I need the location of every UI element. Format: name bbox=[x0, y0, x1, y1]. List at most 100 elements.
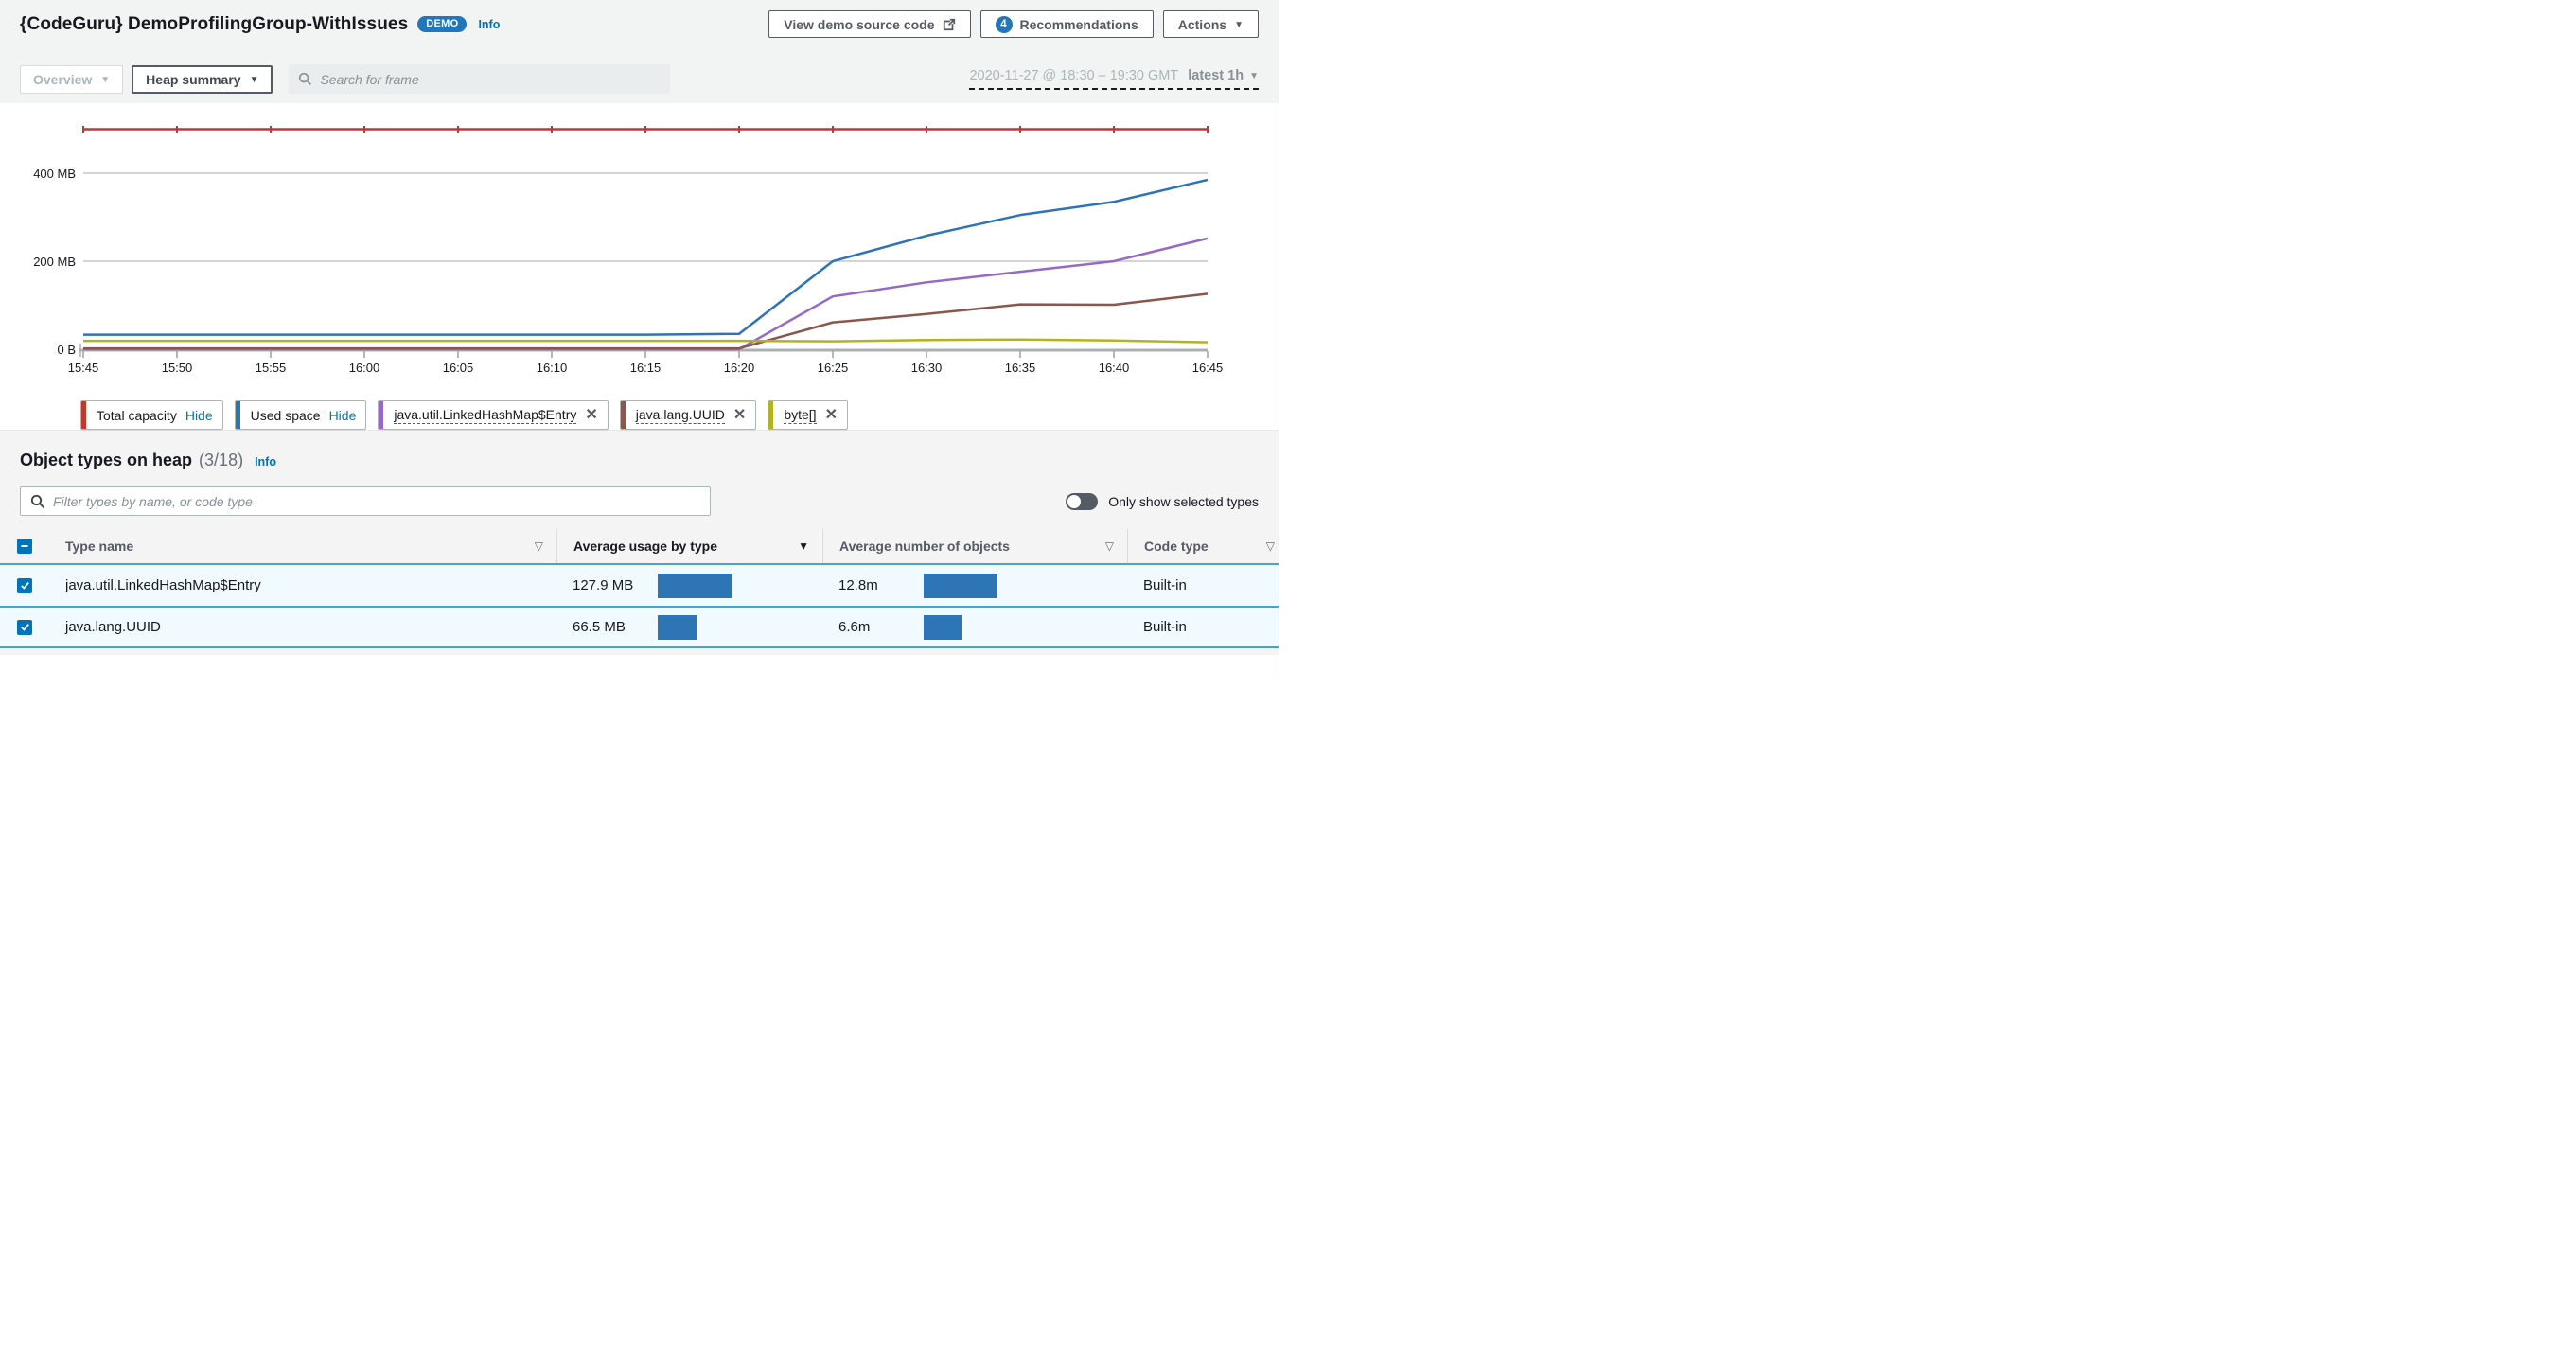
date-range-text: 2020-11-27 @ 18:30 – 19:30 GMT bbox=[969, 68, 1179, 83]
heap-summary-label: Heap summary bbox=[146, 71, 241, 87]
average-usage-value: 127.9 MB bbox=[573, 577, 634, 593]
recommendations-button[interactable]: 4 Recommendations bbox=[979, 10, 1154, 38]
column-header-label: Code type bbox=[1144, 539, 1209, 554]
header-info-link[interactable]: Info bbox=[478, 18, 500, 31]
overview-label: Overview bbox=[33, 71, 93, 87]
column-header-label: Average number of objects bbox=[839, 539, 1010, 554]
average-objects-cell: 12.8m bbox=[822, 573, 1127, 598]
type-name-cell: java.lang.UUID bbox=[65, 619, 161, 635]
table-row: java.util.LinkedHashMap$Entry 127.9 MB 12.… bbox=[0, 563, 1288, 606]
page-title: {CodeGuru} DemoProfilingGroup-WithIssues bbox=[20, 13, 409, 34]
heap-summary-dropdown[interactable]: Heap summary ▼ bbox=[132, 64, 273, 94]
x-axis-tick-label: 16:45 bbox=[1192, 361, 1224, 375]
legend-chip: Used space Hide bbox=[234, 400, 367, 430]
x-axis-tick-label: 16:00 bbox=[349, 361, 380, 375]
recommendations-count-badge: 4 bbox=[995, 15, 1013, 33]
x-axis-tick-label: 16:20 bbox=[724, 361, 755, 375]
column-header-label: Type name bbox=[65, 539, 134, 554]
series-line-Used space bbox=[83, 178, 1209, 336]
x-axis-tick-label: 16:15 bbox=[630, 361, 662, 375]
heap-usage-chart: 0 B 200 MB 400 MB 15:45 15:50 15:55 16:00 16:05… bbox=[33, 126, 1224, 375]
average-objects-value: 12.8m bbox=[838, 577, 878, 593]
overview-dropdown[interactable]: Overview ▼ bbox=[20, 64, 124, 94]
x-axis-tick-label: 16:25 bbox=[818, 361, 849, 375]
actions-label: Actions bbox=[1177, 16, 1227, 32]
only-selected-toggle-label: Only show selected types bbox=[1108, 493, 1259, 509]
legend-item-label: Used space bbox=[250, 407, 321, 423]
x-axis-tick-label: 16:05 bbox=[443, 361, 474, 375]
x-axis-tick-label: 15:55 bbox=[256, 361, 287, 375]
page-header: {CodeGuru} DemoProfilingGroup-WithIssues… bbox=[0, 0, 1288, 103]
view-demo-source-code-label: View demo source code bbox=[784, 16, 935, 32]
x-axis-tick-label: 16:40 bbox=[1099, 361, 1130, 375]
average-objects-cell: 6.6m bbox=[822, 614, 1127, 640]
x-axis-tick-label: 16:10 bbox=[537, 361, 568, 375]
column-header-average-usage-by-type[interactable]: Average usage by type ▼ bbox=[556, 529, 822, 563]
close-icon[interactable]: ✕ bbox=[825, 407, 838, 423]
section-info-link[interactable]: Info bbox=[255, 455, 276, 468]
select-all-checkbox[interactable] bbox=[17, 539, 32, 554]
code-type-cell: Built-in bbox=[1143, 577, 1187, 593]
series-line-byte[] bbox=[83, 338, 1209, 344]
type-name-cell: java.util.LinkedHashMap$Entry bbox=[65, 577, 261, 593]
only-selected-toggle[interactable] bbox=[1066, 492, 1099, 510]
sort-desc-icon[interactable]: ▼ bbox=[798, 539, 809, 553]
chevron-down-icon: ▼ bbox=[1249, 71, 1259, 81]
section-title: Object types on heap bbox=[20, 451, 193, 469]
y-axis-tick-label: 400 MB bbox=[33, 167, 76, 181]
legend-hide-link[interactable]: Hide bbox=[185, 408, 213, 423]
type-filter-input[interactable] bbox=[53, 493, 700, 509]
recommendations-label: Recommendations bbox=[1019, 16, 1138, 32]
frame-search-box bbox=[289, 64, 671, 94]
chart-legend: Total capacity Hide Used space Hide java.uti… bbox=[80, 400, 1288, 430]
legend-hide-link[interactable]: Hide bbox=[329, 408, 357, 423]
legend-chip: byte[] ✕ bbox=[768, 400, 848, 430]
range-preset-dropdown[interactable]: latest 1h ▼ bbox=[1188, 68, 1259, 83]
object-types-table: Type name ▽ Average usage by type ▼ Average … bbox=[0, 529, 1288, 648]
average-objects-bar bbox=[924, 573, 997, 598]
row-checkbox[interactable] bbox=[17, 577, 32, 593]
legend-item-label: byte[] bbox=[784, 406, 817, 424]
average-usage-value: 66.5 MB bbox=[573, 619, 626, 635]
close-icon[interactable]: ✕ bbox=[585, 407, 597, 423]
table-header-row: Type name ▽ Average usage by type ▼ Average … bbox=[0, 529, 1288, 563]
sort-none-icon[interactable]: ▽ bbox=[1266, 539, 1275, 553]
sort-none-icon[interactable]: ▽ bbox=[535, 539, 543, 553]
legend-chip: java.lang.UUID ✕ bbox=[619, 400, 757, 430]
selected-count: (3/18) bbox=[199, 451, 244, 469]
code-type-cell: Built-in bbox=[1143, 619, 1187, 635]
table-row: java.lang.UUID 66.5 MB 6.6m Built-in bbox=[0, 606, 1288, 648]
x-axis-tick-label: 16:35 bbox=[1005, 361, 1036, 375]
average-usage-bar bbox=[658, 614, 697, 640]
view-demo-source-code-button[interactable]: View demo source code bbox=[768, 10, 971, 38]
legend-item-label: java.lang.UUID bbox=[635, 406, 725, 424]
x-axis-tick-label: 15:50 bbox=[162, 361, 193, 375]
x-axis-tick-label: 16:30 bbox=[911, 361, 943, 375]
column-header-label: Average usage by type bbox=[573, 539, 717, 554]
average-usage-bar bbox=[658, 573, 732, 598]
column-header-type-name[interactable]: Type name ▽ bbox=[49, 529, 556, 563]
average-objects-value: 6.6m bbox=[838, 619, 871, 635]
time-range-control[interactable]: 2020-11-27 @ 18:30 – 19:30 GMT latest 1h… bbox=[969, 68, 1259, 90]
scrollbar[interactable] bbox=[1279, 0, 1288, 680]
external-link-icon bbox=[943, 18, 956, 31]
legend-chip: Total capacity Hide bbox=[80, 400, 223, 430]
object-types-section: Object types on heap (3/18) Info Only sh… bbox=[0, 430, 1288, 655]
column-header-average-number-of-objects[interactable]: Average number of objects ▽ bbox=[822, 529, 1127, 563]
series-line-java.util.LinkedHashMap$Entry bbox=[83, 237, 1209, 351]
x-axis-tick-label: 15:45 bbox=[68, 361, 99, 375]
column-header-code-type[interactable]: Code type ▽ bbox=[1127, 529, 1288, 563]
chevron-down-icon: ▼ bbox=[1234, 19, 1244, 30]
chevron-down-icon: ▼ bbox=[100, 74, 111, 85]
frame-search-input[interactable] bbox=[320, 71, 662, 87]
y-axis-tick-label: 200 MB bbox=[33, 255, 76, 269]
actions-button[interactable]: Actions ▼ bbox=[1162, 10, 1259, 38]
row-checkbox[interactable] bbox=[17, 619, 32, 635]
toggle-knob bbox=[1067, 494, 1082, 508]
heap-chart-panel: 0 B 200 MB 400 MB 15:45 15:50 15:55 16:00 16:05… bbox=[0, 103, 1288, 430]
type-filter-box bbox=[20, 486, 711, 516]
average-usage-cell: 66.5 MB bbox=[556, 614, 822, 640]
range-preset-label: latest 1h bbox=[1188, 68, 1244, 83]
close-icon[interactable]: ✕ bbox=[733, 407, 746, 423]
sort-none-icon[interactable]: ▽ bbox=[1105, 539, 1114, 553]
